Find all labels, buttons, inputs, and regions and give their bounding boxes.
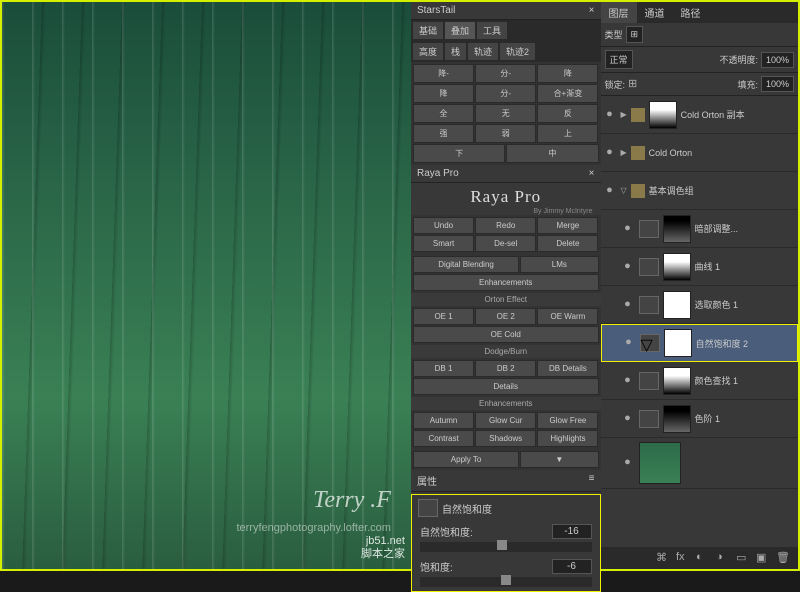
vibrance-input[interactable] [552, 524, 592, 539]
lock-icon[interactable]: ⊞ [628, 77, 642, 91]
vibrance-slider[interactable] [420, 542, 592, 552]
layer-row[interactable]: ● 曲线 1 [601, 248, 799, 286]
saturation-slider[interactable] [420, 577, 592, 587]
delete-button[interactable]: Delete [537, 235, 598, 252]
vibrance-icon [418, 499, 438, 517]
layer-row[interactable]: ● 颜色查找 1 [601, 362, 799, 400]
tab-tools[interactable]: 工具 [477, 22, 507, 39]
selective-color-icon [639, 296, 659, 314]
layer-row[interactable]: ● ▽ 自然饱和度 2 [601, 324, 799, 362]
raya-header: Raya Pro× [411, 165, 601, 183]
adjustment-name: 自然饱和度 [442, 501, 492, 516]
layer-thumb[interactable] [639, 442, 681, 484]
undo-button[interactable]: Undo [413, 217, 474, 234]
adjustment-icon[interactable]: ◑ [716, 551, 730, 565]
folder-icon [631, 184, 645, 198]
watermark-sub: terryfengphotography.lofter.com [236, 522, 391, 534]
tab-basic[interactable]: 基础 [413, 22, 443, 39]
mask-thumb[interactable] [664, 329, 692, 357]
close-icon[interactable]: × [589, 5, 595, 16]
saturation-input[interactable] [552, 559, 592, 574]
layer-row[interactable]: ● ▶ Cold Orton 副本 [601, 96, 799, 134]
properties-header: 属性≡ [411, 470, 601, 492]
opacity-input[interactable]: 100% [761, 52, 794, 68]
layer-row[interactable]: ● [601, 438, 799, 489]
watermark-main: Terry .F [313, 487, 391, 514]
tab-paths[interactable]: 路径 [673, 2, 709, 23]
filter-dropdown[interactable]: ⊞ [626, 26, 644, 43]
levels-icon [639, 410, 659, 428]
color-lookup-icon [639, 372, 659, 390]
apply-to-button[interactable]: Apply To [413, 451, 519, 468]
canvas-image[interactable]: Terry .F terryfengphotography.lofter.com… [2, 2, 411, 569]
visibility-icon[interactable]: ● [621, 222, 635, 236]
mask-thumb[interactable] [663, 367, 691, 395]
raya-title: Raya Pro [411, 183, 601, 211]
layer-row[interactable]: ● 暗部调整... [601, 210, 799, 248]
mask-thumb[interactable] [663, 215, 691, 243]
adjustment-icon [639, 220, 659, 238]
layers-footer: ⌘ fx ◐ ◑ ▭ ▣ 🗑 [601, 547, 799, 569]
folder-icon [631, 108, 645, 122]
layer-row[interactable]: ● ▽ 基本调色组 [601, 172, 799, 210]
mask-thumb[interactable] [663, 405, 691, 433]
group-icon[interactable]: ▭ [736, 551, 750, 565]
visibility-icon[interactable]: ● [622, 336, 636, 350]
properties-panel: 自然饱和度 自然饱和度: 饱和度: [411, 494, 601, 592]
visibility-icon[interactable]: ● [621, 260, 635, 274]
expand-icon[interactable]: ▶ [621, 110, 627, 119]
chevron-down-icon[interactable]: ▼ [520, 451, 598, 468]
mask-thumb[interactable] [649, 101, 677, 129]
layer-row[interactable]: ● 选取颜色 1 [601, 286, 799, 324]
saturation-label: 饱和度: [420, 559, 480, 574]
trash-icon[interactable]: 🗑 [776, 551, 790, 565]
vibrance-label: 自然饱和度: [420, 524, 480, 539]
tab-layers[interactable]: 图层 [601, 2, 637, 23]
fx-icon[interactable]: fx [676, 551, 690, 565]
layers-list: ● ▶ Cold Orton 副本 ● ▶ Cold Orton ● ▽ 基本调… [601, 96, 799, 547]
folder-icon [631, 146, 645, 160]
mask-icon[interactable]: ◐ [696, 551, 710, 565]
desel-button[interactable]: De-sel [475, 235, 536, 252]
visibility-icon[interactable]: ● [621, 374, 635, 388]
visibility-icon[interactable]: ● [603, 108, 617, 122]
link-icon[interactable]: ⌘ [656, 551, 670, 565]
close-icon[interactable]: × [589, 168, 595, 179]
fill-input[interactable]: 100% [761, 76, 794, 92]
menu-icon[interactable]: ≡ [589, 473, 595, 488]
expand-icon[interactable]: ▶ [621, 148, 627, 157]
merge-button[interactable]: Merge [537, 217, 598, 234]
visibility-icon[interactable]: ● [603, 146, 617, 160]
mask-thumb[interactable] [663, 291, 691, 319]
visibility-icon[interactable]: ● [621, 456, 635, 470]
starstail-row2: 高度 栈 轨迹 轨迹2 [411, 41, 601, 62]
watermark-site: jb51.net 脚本之家 [361, 535, 405, 561]
starstail-tabs: 基础 叠加 工具 [411, 20, 601, 41]
tab-stack[interactable]: 叠加 [445, 22, 475, 39]
visibility-icon[interactable]: ● [621, 412, 635, 426]
mask-thumb[interactable] [663, 253, 691, 281]
starstail-header: StarsTail× [411, 2, 601, 20]
visibility-icon[interactable]: ● [603, 184, 617, 198]
curves-icon [639, 258, 659, 276]
layer-row[interactable]: ● 色阶 1 [601, 400, 799, 438]
tab-channels[interactable]: 通道 [637, 2, 673, 23]
layers-tabs: 图层 通道 路径 [601, 2, 799, 23]
layer-row[interactable]: ● ▶ Cold Orton [601, 134, 799, 172]
new-layer-icon[interactable]: ▣ [756, 551, 770, 565]
redo-button[interactable]: Redo [475, 217, 536, 234]
starstail-grid: 降- 分- 降 降 分- 合+渐变 全 无 反 强 弱 上 下 中 [411, 62, 601, 165]
vibrance-icon: ▽ [640, 334, 660, 352]
smart-button[interactable]: Smart [413, 235, 474, 252]
raya-byline: By Jimmy McIntyre [411, 208, 601, 215]
blend-mode-dropdown[interactable]: 正常 [605, 50, 633, 69]
collapse-icon[interactable]: ▽ [621, 186, 627, 195]
visibility-icon[interactable]: ● [621, 298, 635, 312]
